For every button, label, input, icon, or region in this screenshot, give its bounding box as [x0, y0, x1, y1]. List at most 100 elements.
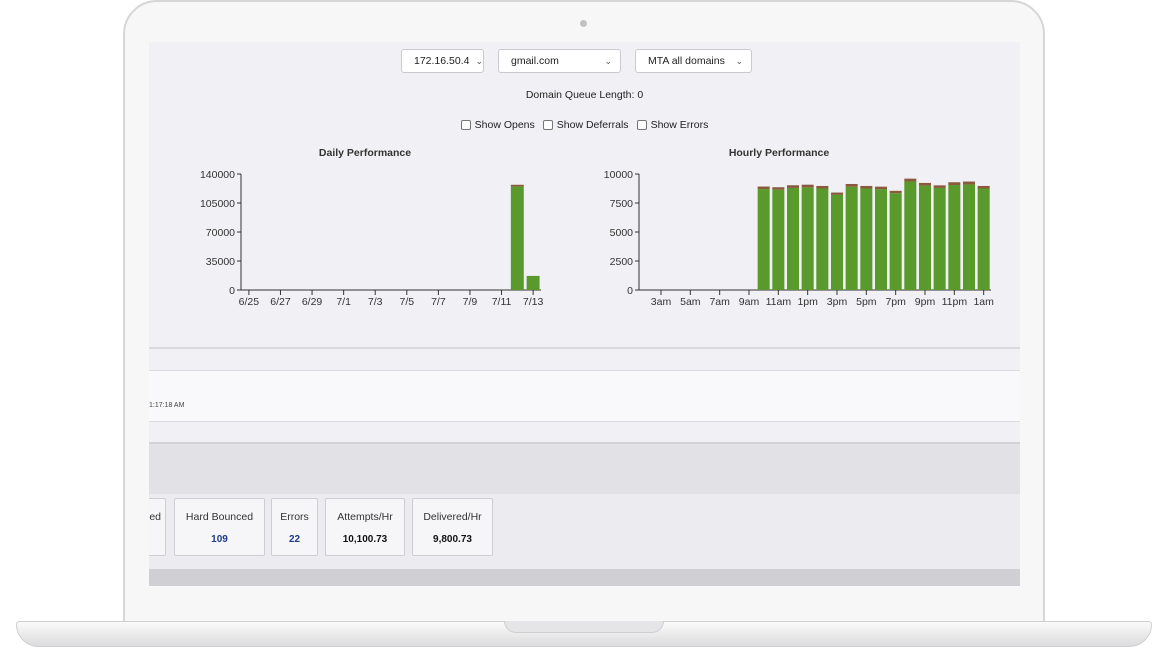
daily-performance-chart: 0 35000 70000 105000 140000 6/25 6/27 6/29 7/1 7/… [200, 169, 544, 308]
checkbox-icon[interactable] [460, 120, 471, 130]
header-panel [149, 442, 1020, 494]
stat-label: Delivered/Hr [423, 511, 482, 523]
bar-delivered [860, 188, 873, 290]
stat-card-errors: Errors 22 [271, 498, 318, 556]
bar-bounced [845, 183, 858, 187]
bar-delivered [874, 189, 888, 290]
x-tick-label: 1pm [797, 296, 818, 308]
x-tick-label: 7/7 [431, 296, 446, 308]
stat-label: Attempts/Hr [337, 511, 393, 523]
y-tick-label: 5000 [610, 227, 634, 239]
x-tick-label: 7/13 [523, 296, 544, 308]
stat-label: Hard Bounced [185, 511, 254, 523]
stat-card-partial: ed [149, 498, 166, 556]
x-tick-label: 7/3 [368, 296, 383, 308]
bar-bounced [801, 184, 814, 188]
bar-bounced [786, 185, 800, 188]
bar-bounced [904, 178, 917, 182]
ip-select[interactable]: 172.16.50.4 ⌄ [401, 49, 484, 73]
x-tick-label: 11am [766, 296, 792, 308]
stats-footer [149, 569, 1020, 586]
x-tick-label: 7/5 [399, 296, 414, 308]
y-tick-label: 7500 [610, 198, 634, 210]
toggle-label: Show Opens [474, 119, 535, 131]
hourly-performance-chart: 0 2500 5000 7500 10000 3am 5am 7am 9am 11am 1pm 3pm… [604, 169, 994, 308]
domain-select[interactable]: gmail.com ⌄ [498, 49, 621, 73]
x-tick-label: 6/25 [239, 296, 260, 308]
y-tick-label: 0 [229, 285, 235, 297]
chevron-down-icon: ⌄ [604, 55, 612, 66]
section-divider [149, 347, 1020, 349]
bar-delivered [948, 185, 961, 290]
stat-value: 10,100.73 [342, 534, 388, 545]
domain-queue-length: Domain Queue Length: 0 [525, 89, 644, 101]
mta-select-value: MTA all domains [648, 55, 725, 67]
x-tick-label: 9am [739, 296, 760, 308]
toggle-label: Show Errors [650, 119, 709, 131]
checkbox-icon[interactable] [636, 120, 647, 130]
stat-value: 22 [288, 534, 301, 545]
x-tick-label: 7/11 [492, 296, 512, 308]
bar-delivered [962, 184, 976, 290]
toggle-show-errors[interactable]: Show Errors [636, 119, 709, 131]
x-tick-label: 7am [709, 296, 730, 308]
x-tick-label: 7pm [885, 296, 906, 308]
bar-delivered [801, 187, 814, 290]
bar-delivered [845, 186, 858, 290]
bar-delivered [904, 181, 917, 290]
app-screen: 172.16.50.4 ⌄ gmail.com ⌄ MTA all domain… [149, 42, 1020, 586]
x-tick-label: 6/27 [270, 296, 291, 308]
bar-bounced [860, 185, 873, 189]
camera-dot [580, 20, 587, 27]
bar-bounced [977, 185, 990, 189]
bar-delivered [889, 193, 902, 290]
bar-delivered [526, 275, 540, 290]
bar-bounced [772, 187, 785, 190]
bar-delivered [977, 188, 990, 290]
y-tick-label: 2500 [610, 256, 634, 268]
bar-delivered [816, 188, 829, 290]
x-tick-label: 1am [973, 296, 994, 308]
x-tick-label: 7/9 [463, 296, 478, 308]
stat-value: 9,800.73 [433, 534, 472, 545]
x-tick-label: 9pm [915, 296, 936, 308]
x-tick-label: 3am [651, 296, 672, 308]
bar-bounced [889, 190, 902, 194]
bar-delivered [933, 187, 946, 290]
bar-delivered [772, 189, 785, 290]
chart-toggles: Show Opens Show Deferrals Show Errors [149, 119, 1020, 131]
stat-label: ed [149, 511, 161, 523]
bar-delivered [757, 189, 770, 290]
checkbox-icon[interactable] [542, 120, 553, 130]
toggle-show-opens[interactable]: Show Opens [460, 119, 535, 131]
x-tick-label: 6/29 [302, 296, 323, 308]
y-tick-label: 140000 [200, 169, 235, 181]
bar-delivered [786, 187, 800, 290]
domain-select-value: gmail.com [511, 55, 559, 67]
mta-select[interactable]: MTA all domains ⌄ [635, 49, 752, 73]
bar-delivered [918, 185, 932, 290]
x-tick-label: 3pm [827, 296, 848, 308]
bar-bounced [918, 182, 932, 186]
chevron-down-icon: ⌄ [735, 55, 743, 66]
x-tick-label: 11pm [942, 296, 968, 308]
bar-bounced [933, 185, 946, 188]
stat-card-hard-bounced: Hard Bounced 109 [174, 498, 265, 556]
bar-bounced [757, 186, 770, 190]
toggle-show-deferrals[interactable]: Show Deferrals [542, 119, 629, 131]
bar-delivered [510, 186, 524, 290]
y-tick-label: 105000 [200, 198, 235, 210]
bar-delivered [830, 194, 844, 290]
timestamp-text: 1:17:18 AM [149, 402, 185, 409]
bar-bounced [962, 181, 976, 185]
bar-bounced [948, 182, 961, 186]
stat-value: 109 [211, 534, 228, 545]
stat-label: Errors [280, 511, 309, 523]
bar-bounced [816, 185, 829, 189]
chevron-down-icon: ⌄ [475, 55, 484, 66]
x-tick-label: 5am [680, 296, 701, 308]
daily-chart-title: Daily Performance [318, 147, 412, 159]
bar-bounced [830, 192, 844, 195]
y-tick-label: 35000 [206, 256, 235, 268]
hourly-chart-title: Hourly Performance [728, 147, 830, 159]
